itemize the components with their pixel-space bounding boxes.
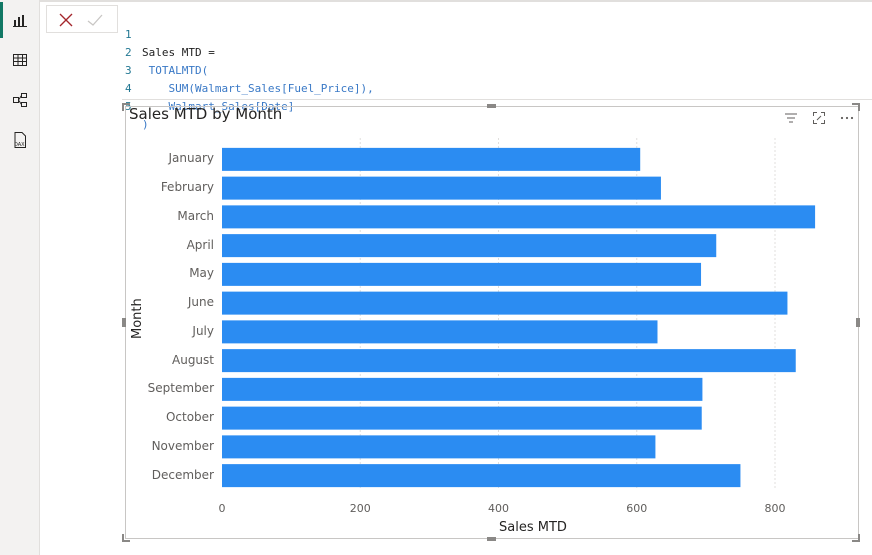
category-label: September [147, 381, 214, 396]
bar-february[interactable] [222, 176, 661, 200]
bar-october[interactable] [222, 406, 702, 430]
category-label: March [177, 208, 214, 223]
category-label: January [168, 151, 215, 166]
x-tick-label: 400 [488, 502, 509, 515]
bar-july[interactable] [222, 320, 658, 344]
x-axis-title: Sales MTD [499, 520, 567, 535]
x-tick-label: 800 [764, 502, 786, 515]
x-tick-label: 600 [626, 502, 648, 515]
bar-january[interactable] [222, 147, 641, 171]
bar-september[interactable] [222, 377, 703, 401]
category-label: June [187, 295, 214, 310]
power-bi-report-view: DAX 1 Sales MTD = 2 TOTALMTD( 3 SUM(Walm… [0, 0, 872, 555]
bar-november[interactable] [222, 435, 656, 459]
bar-may[interactable] [222, 262, 702, 286]
bar-april[interactable] [222, 234, 717, 258]
category-label: November [151, 438, 214, 453]
category-label: December [151, 467, 214, 482]
category-label: July [192, 323, 214, 338]
category-label: April [186, 237, 214, 252]
category-label: February [160, 180, 214, 195]
x-tick-label: 200 [349, 502, 371, 515]
bar-august[interactable] [222, 349, 796, 373]
bar-june[interactable] [222, 291, 788, 315]
bar-december[interactable] [222, 464, 741, 488]
bar-march[interactable] [222, 205, 816, 229]
category-label: August [172, 352, 214, 367]
category-label: May [189, 266, 214, 281]
category-label: October [165, 410, 214, 425]
y-axis-title: Month [130, 298, 145, 339]
x-tick-label: 0 [218, 502, 226, 515]
